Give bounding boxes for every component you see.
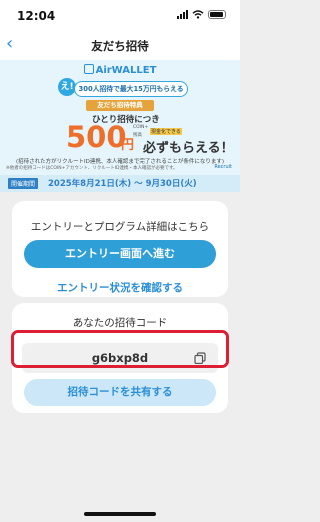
nav-bar: ‹ 友だち招待 (0, 30, 240, 60)
home-indicator (84, 512, 156, 516)
share-code-button[interactable]: 招待コードを共有する (24, 379, 216, 406)
period-bar: 開催期間 2025年8月21日(木) ～ 9月30日(火) (0, 175, 240, 192)
cellular-signal-icon (177, 10, 188, 19)
promo-banner[interactable]: AirWALLET え! 300人招待で最大15万円もらえるの!? 友だち招待特… (0, 60, 240, 192)
guaranteed-text: 必ずもらえる！ (143, 141, 234, 156)
entry-card-title: エントリーとプログラム詳細はこちら (30, 221, 210, 233)
condition-note: (招待された方がリクルートID連携、本人確認まで完了されることが条件になります) (16, 159, 224, 165)
recruit-logo: Recruit (214, 164, 232, 170)
small-note: ※他者の招待コードはCOIN+アカウント、リクルートID連携・本人確認が必要です… (6, 166, 178, 171)
brand-name: AirWALLET (95, 65, 157, 76)
brand-logo: AirWALLET (0, 64, 240, 76)
period-dates: 2025年8月21日(木) ～ 9月30日(火) (48, 179, 197, 189)
entry-status-link[interactable]: エントリー状況を確認する (12, 280, 228, 295)
balance-label: 残高 (133, 133, 142, 138)
invite-code-title: あなたの招待コード (72, 317, 168, 329)
entry-button[interactable]: エントリー画面へ進む (24, 240, 216, 268)
coin-label: COIN+ (133, 125, 149, 130)
battery-icon (208, 10, 226, 19)
period-label: 開催期間 (8, 178, 39, 189)
status-time: 12:04 (17, 9, 56, 23)
system-icons (177, 10, 226, 19)
wifi-icon (192, 10, 204, 19)
cashable-label: 現金化できる (150, 128, 182, 135)
entry-card: エントリーとプログラム詳細はこちら エントリー画面へ進む エントリー状況を確認す… (12, 201, 228, 297)
page-title: 友だち招待 (91, 39, 149, 53)
status-bar: 12:04 (0, 0, 240, 30)
tokuten-label: 友だち招待特典 (86, 100, 154, 111)
promo-headline: 300人招待で最大15万円もらえるの!? (74, 81, 188, 107)
wallet-logo-icon (83, 64, 94, 74)
reward-amount: 500 (66, 120, 127, 154)
highlight-box (11, 330, 229, 368)
